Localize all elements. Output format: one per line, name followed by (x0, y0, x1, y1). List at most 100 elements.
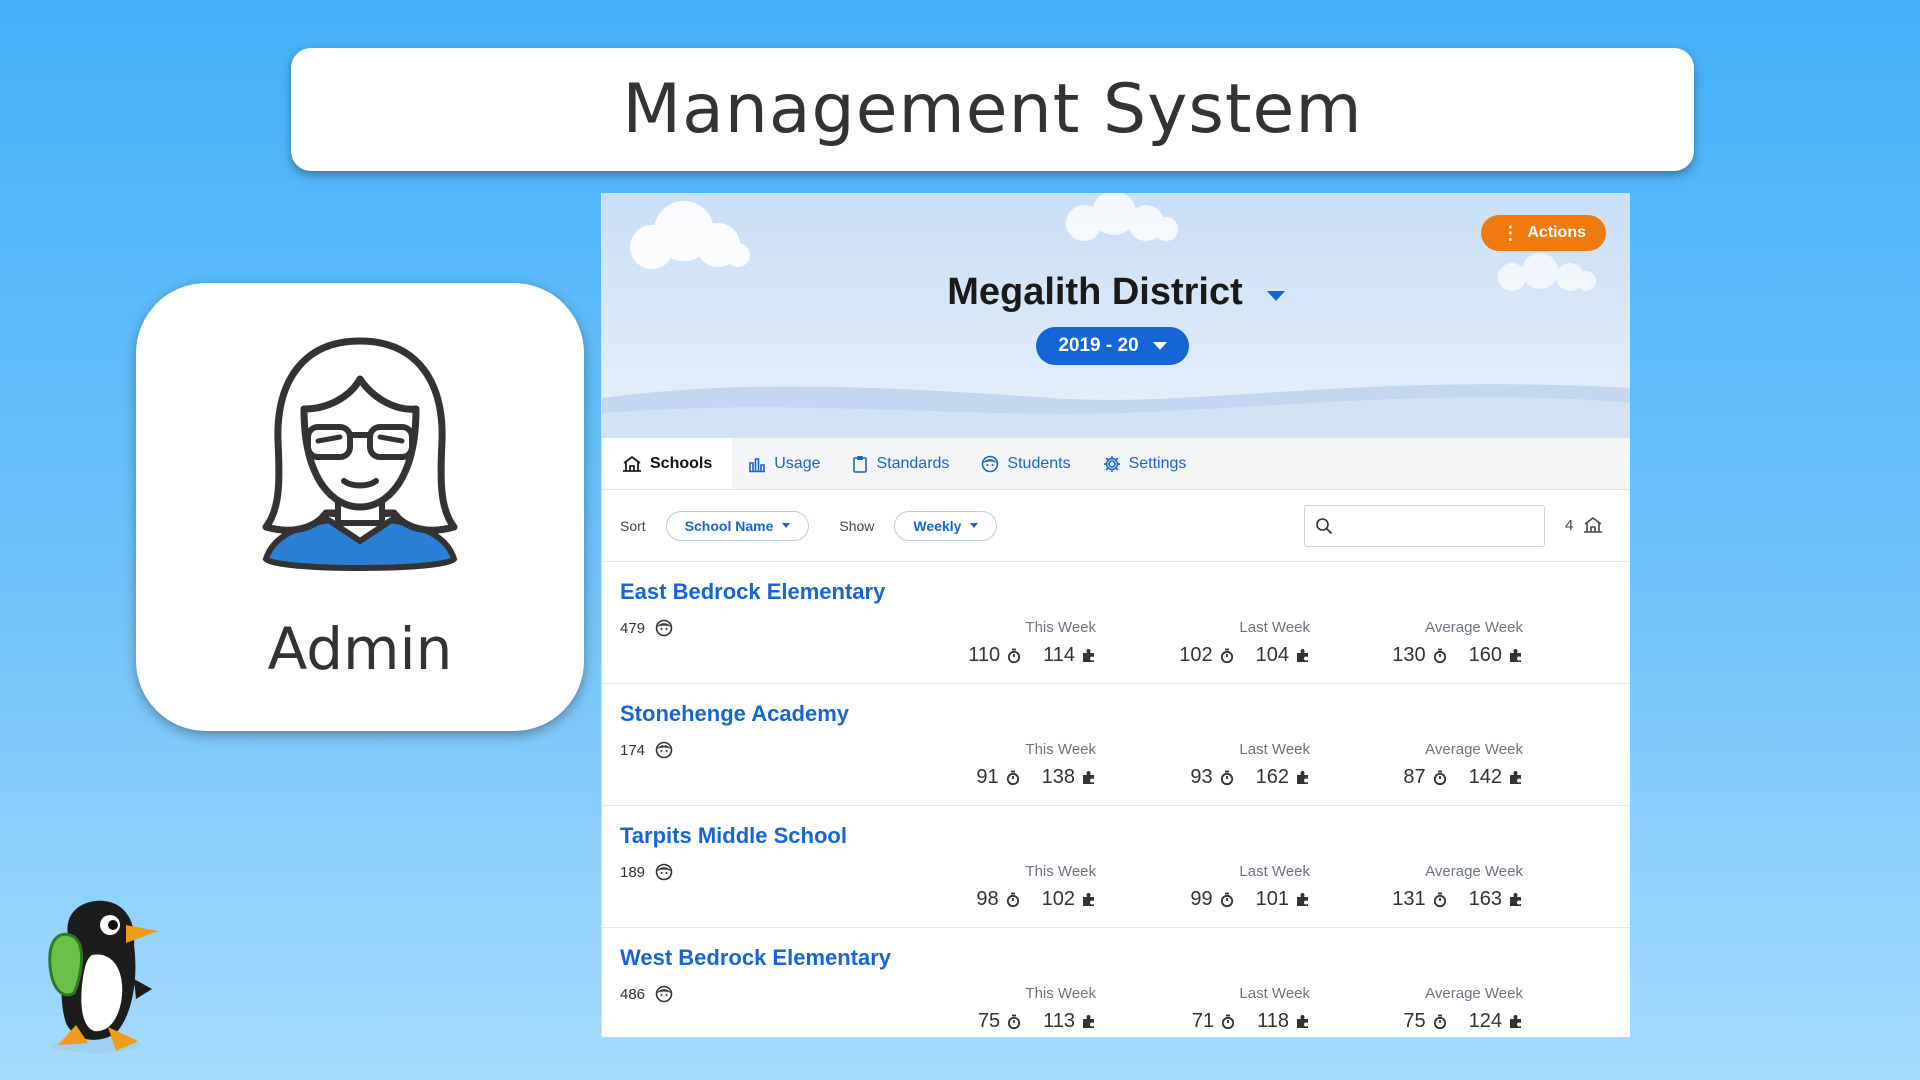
student-count: 174 (620, 741, 673, 759)
tab-students[interactable]: Students (965, 438, 1086, 489)
caret-down-icon (782, 523, 791, 528)
puzzle-value: 113 (1043, 1010, 1096, 1033)
puzzle-value: 124 (1469, 1010, 1523, 1033)
cloud-decoration (1066, 193, 1178, 241)
actions-button[interactable]: ⋮ Actions (1481, 215, 1606, 251)
school-row: East Bedrock Elementary 479 This Week 11… (602, 562, 1630, 684)
slide-title-card: Management System (291, 48, 1694, 171)
school-name-link[interactable]: West Bedrock Elementary (620, 945, 891, 971)
stat-header: Average Week (1425, 619, 1523, 636)
clipboard-icon (852, 455, 868, 473)
puzzle-value: 101 (1256, 888, 1310, 911)
school-count-value: 4 (1565, 516, 1574, 534)
stat-values: 93 162 (1150, 766, 1310, 789)
time-value: 75 (1403, 1010, 1446, 1033)
admin-label: Admin (267, 615, 453, 683)
sort-dropdown[interactable]: School Name (665, 510, 810, 541)
stopwatch-icon (1433, 892, 1446, 907)
stat-values: 75 113 (936, 1010, 1096, 1033)
student-count: 486 (620, 985, 673, 1003)
time-value: 75 (978, 1010, 1021, 1033)
puzzle-icon (1083, 893, 1094, 906)
slide-title: Management System (622, 70, 1363, 149)
puzzle-icon (1510, 893, 1521, 906)
stopwatch-icon (1433, 648, 1446, 663)
show-dropdown[interactable]: Weekly (894, 510, 998, 541)
stat-values: 98 102 (936, 888, 1096, 911)
stat-header: This Week (1025, 619, 1096, 636)
student-count-value: 486 (620, 985, 646, 1003)
student-face-icon (981, 455, 999, 473)
district-header: ⋮ Actions Megalith District 2019 - 20 (602, 193, 1630, 438)
hills-decoration (602, 384, 1630, 438)
stat-values: 87 142 (1363, 766, 1523, 789)
stat-last-week: Last Week 99 101 (1150, 863, 1310, 911)
district-selector[interactable]: Megalith District (602, 271, 1630, 314)
admin-persona-card: Admin (136, 283, 584, 731)
show-value: Weekly (913, 517, 962, 534)
stopwatch-icon (1006, 892, 1019, 907)
tab-label: Schools (650, 454, 713, 472)
time-value: 130 (1392, 644, 1446, 667)
school-name-link[interactable]: East Bedrock Elementary (620, 579, 885, 605)
puzzle-value: 138 (1042, 766, 1096, 789)
caret-down-icon (1152, 342, 1167, 350)
stat-this-week: This Week 91 138 (936, 741, 1096, 789)
school-year-dropdown[interactable]: 2019 - 20 (1036, 327, 1189, 365)
puzzle-icon (1510, 771, 1521, 784)
school-year-label: 2019 - 20 (1058, 335, 1139, 356)
student-face-icon (655, 619, 673, 637)
tab-usage[interactable]: Usage (732, 438, 836, 489)
tab-settings[interactable]: Settings (1087, 438, 1203, 489)
stat-values: 71 118 (1150, 1010, 1310, 1033)
student-face-icon (655, 985, 673, 1003)
puzzle-icon (1510, 1015, 1521, 1028)
puzzle-icon (1083, 1015, 1094, 1028)
stopwatch-icon (1222, 1014, 1235, 1029)
show-label: Show (839, 517, 875, 534)
stat-values: 130 160 (1363, 644, 1523, 667)
puzzle-icon (1297, 1015, 1308, 1028)
puzzle-value: 102 (1042, 888, 1096, 911)
time-value: 131 (1392, 888, 1446, 911)
school-row: Stonehenge Academy 174 This Week 91 138 … (602, 684, 1630, 806)
stat-values: 99 101 (1150, 888, 1310, 911)
school-list: East Bedrock Elementary 479 This Week 11… (602, 562, 1630, 1037)
time-value: 99 (1190, 888, 1233, 911)
sort-label: Sort (620, 517, 646, 534)
time-value: 87 (1403, 766, 1446, 789)
tab-label: Settings (1128, 454, 1187, 472)
search-input[interactable] (1341, 506, 1544, 546)
stat-header: This Week (1025, 741, 1096, 758)
puzzle-value: 114 (1043, 644, 1096, 667)
tab-standards[interactable]: Standards (836, 438, 965, 489)
puzzle-value: 163 (1469, 888, 1523, 911)
stat-average-week: Average Week 87 142 (1363, 741, 1523, 789)
school-icon (1584, 517, 1603, 533)
school-count: 4 (1565, 516, 1603, 534)
caret-down-icon (1266, 290, 1285, 301)
school-name-link[interactable]: Stonehenge Academy (620, 701, 849, 727)
stat-average-week: Average Week 130 160 (1363, 619, 1523, 667)
school-name-link[interactable]: Tarpits Middle School (620, 823, 847, 849)
cloud-decoration (630, 201, 750, 269)
stopwatch-icon (1433, 770, 1446, 785)
stat-values: 131 163 (1363, 888, 1523, 911)
tab-label: Standards (876, 454, 950, 472)
list-toolbar: Sort School Name Show Weekly 4 (602, 490, 1630, 562)
stopwatch-icon (1008, 1014, 1021, 1029)
stat-header: This Week (1025, 863, 1096, 880)
tab-label: Students (1007, 454, 1071, 472)
sort-value: School Name (684, 517, 774, 534)
tab-schools[interactable]: Schools (602, 438, 733, 489)
time-value: 102 (1179, 644, 1233, 667)
stopwatch-icon (1433, 1014, 1446, 1029)
stat-average-week: Average Week 75 124 (1363, 985, 1523, 1033)
puzzle-icon (1510, 649, 1521, 662)
bar-chart-icon (748, 455, 766, 473)
puzzle-icon (1083, 771, 1094, 784)
puzzle-value: 104 (1256, 644, 1310, 667)
puzzle-icon (1297, 893, 1308, 906)
stat-values: 102 104 (1150, 644, 1310, 667)
stat-header: Last Week (1239, 619, 1310, 636)
